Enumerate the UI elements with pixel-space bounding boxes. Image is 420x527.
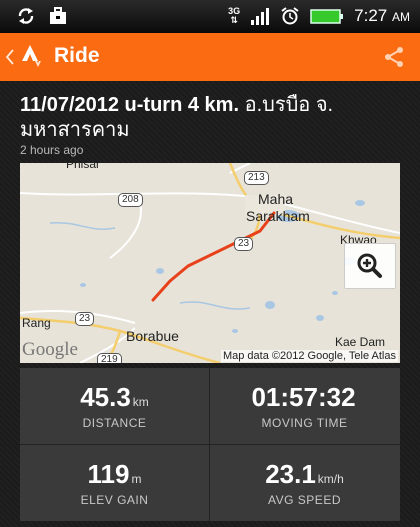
alarm-icon bbox=[281, 7, 299, 25]
google-logo: Google bbox=[22, 339, 78, 360]
status-left-icons bbox=[16, 6, 68, 26]
stat-moving-time-value: 01:57:32 bbox=[251, 382, 356, 412]
route-shield-23-a: 23 bbox=[234, 237, 254, 251]
ride-time-ago: 2 hours ago bbox=[20, 143, 84, 157]
stat-elev-gain-value-row: 119 m bbox=[20, 459, 209, 490]
route-shield-23-b: 23 bbox=[75, 312, 95, 326]
ride-title-line2: มหาสารคาม bbox=[20, 119, 130, 141]
stat-elev-gain: 119 m ELEV GAIN bbox=[20, 445, 209, 520]
map-label-rang: Rang bbox=[22, 316, 51, 330]
zoom-in-button[interactable] bbox=[344, 243, 396, 289]
stat-avg-speed-unit: km/h bbox=[317, 472, 344, 486]
network-3g-icon: 3G ⇅ bbox=[228, 7, 240, 25]
ride-title-location: อ.บรบือ จ. bbox=[239, 94, 334, 116]
ride-title: 11/07/2012 u-turn 4 km. อ.บรบือ จ. มหาสา… bbox=[20, 93, 390, 143]
zoom-in-icon bbox=[357, 253, 382, 278]
status-bar: 3G ⇅ 7:27 AM bbox=[0, 0, 420, 33]
briefcase-icon bbox=[50, 7, 66, 24]
stat-distance-label: DISTANCE bbox=[82, 416, 147, 430]
route-shield-219: 219 bbox=[97, 353, 122, 363]
map-label-kae-dam: Kae Dam bbox=[335, 335, 386, 349]
stat-moving-time-value-row: 01:57:32 bbox=[210, 382, 399, 413]
strava-logo-icon[interactable] bbox=[20, 43, 46, 69]
action-bar: Ride bbox=[0, 33, 420, 81]
map-attribution: Map data ©2012 Google, Tele Atlas bbox=[220, 350, 398, 362]
map-graphics bbox=[20, 163, 400, 363]
map-label-borabue: Borabue bbox=[126, 328, 179, 344]
stat-avg-speed-label: AVG SPEED bbox=[268, 493, 341, 507]
stat-distance-value-row: 45.3 km bbox=[20, 382, 209, 413]
data-arrows-icon: ⇅ bbox=[230, 15, 238, 25]
route-shield-213: 213 bbox=[244, 171, 269, 185]
map-label-phisai: Phisai bbox=[66, 163, 99, 171]
stat-moving-time: 01:57:32 MOVING TIME bbox=[210, 368, 399, 443]
stat-distance: 45.3 km DISTANCE bbox=[20, 368, 209, 443]
route-shield-208: 208 bbox=[118, 193, 143, 207]
ride-route-line bbox=[151, 211, 276, 302]
stat-distance-unit: km bbox=[132, 395, 149, 409]
stat-elev-gain-label: ELEV GAIN bbox=[80, 493, 149, 507]
map-label-sarakham: Sarakham bbox=[246, 208, 310, 224]
clock-suffix: AM bbox=[392, 10, 410, 24]
stat-avg-speed-value: 23.1 bbox=[265, 459, 316, 489]
stat-avg-speed-value-row: 23.1 km/h bbox=[210, 459, 399, 490]
signal-icon bbox=[251, 8, 270, 25]
map-label-maha: Maha bbox=[258, 191, 294, 207]
share-icon[interactable] bbox=[382, 45, 406, 69]
minor-roads bbox=[20, 163, 400, 363]
clock: 7:27 AM bbox=[354, 6, 410, 26]
back-chevron-icon[interactable] bbox=[5, 47, 15, 67]
stat-avg-speed: 23.1 km/h AVG SPEED bbox=[210, 445, 399, 520]
screen-title: Ride bbox=[54, 44, 100, 67]
clock-time: 7:27 bbox=[354, 6, 388, 25]
sync-icon bbox=[18, 8, 34, 24]
ride-detail: 11/07/2012 u-turn 4 km. อ.บรบือ จ. มหาสา… bbox=[0, 81, 420, 527]
stat-moving-time-label: MOVING TIME bbox=[261, 416, 348, 430]
stat-elev-gain-value: 119 bbox=[87, 459, 130, 489]
ride-stats-grid: 45.3 km DISTANCE 01:57:32 MOVING TIME 119… bbox=[20, 368, 400, 521]
ride-title-main: 11/07/2012 u-turn 4 km. bbox=[20, 94, 240, 116]
water-bodies bbox=[49, 200, 365, 333]
stat-distance-value: 45.3 bbox=[80, 382, 131, 412]
route-map[interactable]: Phisai Maha Sarakham Khwao Rang Borabue … bbox=[20, 163, 400, 363]
stat-elev-gain-unit: m bbox=[131, 472, 142, 486]
battery-icon bbox=[310, 9, 344, 24]
status-right-icons: 3G ⇅ 7:27 AM bbox=[228, 6, 410, 26]
